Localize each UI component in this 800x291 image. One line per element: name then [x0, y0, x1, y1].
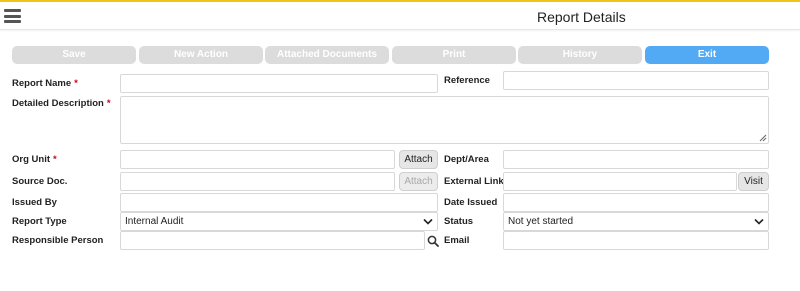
top-bar: Report Details	[0, 0, 800, 30]
external-link-label: External Link	[444, 176, 504, 187]
org-unit-label: Org Unit *	[12, 154, 57, 165]
email-input[interactable]	[503, 231, 769, 250]
chevron-down-icon	[423, 218, 433, 225]
org-unit-attach-button[interactable]: Attach	[399, 150, 438, 169]
status-label: Status	[444, 216, 474, 227]
detailed-description-label: Detailed Description *	[12, 98, 111, 109]
responsible-person-input[interactable]	[120, 231, 425, 250]
attached-documents-button[interactable]: Attached Documents	[265, 46, 389, 64]
date-issued-label: Date Issued	[444, 197, 498, 208]
status-selected: Not yet started	[508, 216, 574, 227]
report-name-input[interactable]	[120, 74, 438, 93]
dept-area-input[interactable]	[503, 150, 769, 169]
report-type-selected: Internal Audit	[125, 216, 184, 227]
required-marker: *	[106, 98, 111, 109]
status-select[interactable]: Not yet started	[503, 212, 769, 231]
report-type-select[interactable]: Internal Audit	[120, 212, 438, 231]
required-marker: *	[74, 78, 78, 89]
reference-label: Reference	[444, 75, 490, 86]
source-doc-label: Source Doc.	[12, 176, 68, 187]
exit-button[interactable]: Exit	[645, 46, 769, 64]
required-marker: *	[53, 154, 57, 165]
email-label: Email	[444, 235, 470, 246]
dept-area-label: Dept/Area	[444, 154, 489, 165]
issued-by-label: Issued By	[12, 197, 57, 208]
report-name-label: Report Name *	[12, 78, 78, 89]
org-unit-label-text: Org Unit	[12, 154, 50, 165]
chevron-down-icon	[754, 218, 764, 225]
resize-grip-icon[interactable]	[759, 134, 767, 142]
hamburger-menu-icon[interactable]	[4, 9, 21, 23]
report-name-label-text: Report Name	[12, 78, 72, 89]
print-button[interactable]: Print	[392, 46, 516, 64]
detailed-description-textarea[interactable]	[120, 96, 769, 144]
new-action-button[interactable]: New Action	[139, 46, 263, 64]
source-doc-attach-button: Attach	[399, 172, 438, 191]
page-title: Report Details	[537, 9, 626, 25]
responsible-person-label: Responsible Person	[12, 235, 104, 246]
visit-button[interactable]: Visit	[738, 172, 769, 191]
save-button[interactable]: Save	[12, 46, 136, 64]
date-issued-input[interactable]	[503, 193, 769, 212]
history-button[interactable]: History	[518, 46, 642, 64]
report-type-label: Report Type	[12, 216, 67, 227]
search-icon[interactable]	[427, 235, 439, 247]
org-unit-input[interactable]	[120, 150, 395, 169]
external-link-input[interactable]	[503, 172, 737, 191]
detailed-description-label-text: Detailed Description	[12, 98, 104, 109]
source-doc-input[interactable]	[120, 172, 395, 191]
reference-input[interactable]	[503, 71, 769, 90]
issued-by-input[interactable]	[120, 193, 438, 212]
